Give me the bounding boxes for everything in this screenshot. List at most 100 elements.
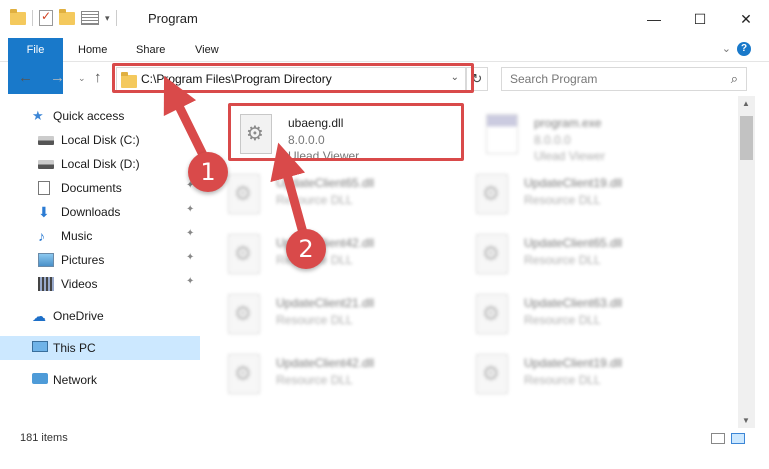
file-item[interactable]: UpdateClient65.dll Resource DLL [466, 224, 706, 280]
chevron-down-icon[interactable]: ▾ [105, 13, 110, 24]
back-button[interactable]: ← [18, 69, 33, 86]
separator [32, 10, 33, 26]
file-name: UpdateClient65.dll [276, 176, 375, 190]
maximize-button[interactable]: ☐ [677, 0, 723, 38]
videos-icon [38, 277, 54, 291]
sidebar-item-quick-access[interactable]: ★ Quick access [0, 104, 200, 128]
file-item[interactable]: program.exe 8.0.0.0 Ulead Viewer [476, 104, 716, 163]
file-name: UpdateClient63.dll [524, 296, 623, 310]
search-icon[interactable]: ⌕ [731, 71, 738, 87]
sidebar-item-local-disk-c[interactable]: Local Disk (C:) [0, 128, 200, 152]
sidebar-item-music[interactable]: ♪ Music ✦ [0, 224, 200, 248]
scrollbar-thumb[interactable] [740, 116, 753, 160]
sidebar-item-label: Videos [61, 277, 98, 291]
up-button[interactable]: ↑ [94, 69, 102, 86]
sidebar-item-videos[interactable]: Videos ✦ [0, 272, 200, 296]
sidebar-item-label: Local Disk (C:) [61, 133, 140, 147]
file-name: UpdateClient19.dll [524, 356, 623, 370]
sidebar-item-local-disk-d[interactable]: Local Disk (D:) [0, 152, 200, 176]
onedrive-cloud-icon: ☁ [32, 308, 46, 324]
file-item[interactable]: UpdateClient19.dll Resource DLL [466, 164, 706, 220]
separator [115, 10, 117, 26]
sidebar-item-label: OneDrive [53, 309, 104, 323]
quick-access-toolbar: ▾ [10, 8, 117, 26]
sidebar-item-label: Pictures [61, 253, 105, 267]
details-view-icon[interactable] [711, 433, 725, 444]
status-bar: 181 items [0, 428, 769, 450]
step-2-badge: 2 [286, 229, 326, 269]
pin-icon[interactable]: ✦ [186, 252, 194, 263]
properties-check-icon[interactable] [39, 9, 53, 26]
large-icons-view-icon[interactable] [731, 433, 745, 444]
documents-icon [38, 181, 50, 195]
computer-icon [32, 341, 48, 352]
tab-home[interactable]: Home [64, 38, 121, 62]
dll-file-icon [228, 354, 260, 394]
dll-file-icon [228, 234, 260, 274]
dll-file-icon [228, 174, 260, 214]
file-description: Resource DLL [524, 193, 601, 207]
file-description: Resource DLL [276, 373, 353, 387]
tab-view[interactable]: View [181, 38, 233, 62]
expand-ribbon-icon[interactable]: ⌄ [722, 42, 731, 55]
pictures-icon [38, 253, 54, 267]
dll-file-icon [476, 234, 508, 274]
file-name: UpdateClient42.dll [276, 356, 375, 370]
dll-file-icon [228, 294, 260, 334]
title-bar: ▾ Program — ☐ ✕ [0, 0, 769, 38]
sidebar-item-label: This PC [53, 341, 96, 355]
sidebar-item-pictures[interactable]: Pictures ✦ [0, 248, 200, 272]
search-input[interactable]: Search Program ⌕ [501, 67, 747, 91]
file-item[interactable]: UpdateClient19.dll Resource DLL [466, 344, 706, 400]
scroll-up-icon[interactable]: ▲ [742, 99, 750, 108]
step-1-badge: 1 [188, 152, 228, 192]
file-version: 8.0.0.0 [534, 133, 571, 147]
help-icon[interactable]: ? [737, 42, 751, 56]
disk-icon [38, 160, 54, 169]
file-description: Resource DLL [276, 193, 353, 207]
tab-share[interactable]: Share [122, 38, 179, 62]
file-item[interactable]: UpdateClient42.dll Resource DLL [218, 344, 458, 400]
sidebar-item-documents[interactable]: Documents ✦ [0, 176, 200, 200]
sidebar-item-label: Documents [61, 181, 122, 195]
ribbon-tabs: File Home Share View ⌄ ? [0, 38, 769, 94]
dll-file-icon [476, 354, 508, 394]
address-bar-highlight [112, 63, 474, 93]
navigation-pane: ★ Quick access Local Disk (C:) Local Dis… [0, 96, 208, 428]
sidebar-item-network[interactable]: Network [0, 368, 200, 392]
sidebar-item-this-pc[interactable]: This PC [0, 336, 200, 360]
file-description: Resource DLL [524, 313, 601, 327]
sidebar-item-label: Network [53, 373, 98, 387]
dll-file-icon [476, 294, 508, 334]
pin-icon[interactable]: ✦ [186, 204, 194, 215]
star-icon: ★ [32, 108, 44, 123]
sidebar-item-onedrive[interactable]: ☁ OneDrive [0, 304, 200, 328]
file-name: program.exe [534, 116, 602, 130]
file-description: Resource DLL [276, 313, 353, 327]
item-count: 181 items [20, 432, 68, 444]
sidebar-item-label: Quick access [53, 109, 125, 123]
forward-button[interactable]: → [50, 69, 65, 86]
exe-file-icon [486, 114, 518, 154]
file-description: Resource DLL [524, 373, 601, 387]
sidebar-item-downloads[interactable]: ⬇ Downloads ✦ [0, 200, 200, 224]
sidebar-item-label: Local Disk (D:) [61, 157, 140, 171]
pin-icon[interactable]: ✦ [186, 228, 194, 239]
file-description: Ulead Viewer [534, 149, 606, 163]
customize-toolbar-icon[interactable] [81, 11, 99, 25]
file-item[interactable]: UpdateClient21.dll Resource DLL [218, 284, 458, 340]
dll-file-icon [476, 174, 508, 214]
minimize-button[interactable]: — [631, 0, 677, 38]
pin-icon[interactable]: ✦ [186, 276, 194, 287]
network-icon [32, 373, 48, 384]
recent-locations-button[interactable]: ⌄ [78, 73, 86, 84]
scroll-down-icon[interactable]: ▼ [742, 416, 750, 425]
new-folder-icon[interactable] [59, 8, 75, 25]
vertical-scrollbar[interactable]: ▲ ▼ [738, 96, 755, 428]
file-item[interactable]: UpdateClient42.dll Resource DLL [218, 224, 458, 280]
sidebar-item-label: Downloads [61, 205, 121, 219]
file-item[interactable]: UpdateClient63.dll Resource DLL [466, 284, 706, 340]
close-button[interactable]: ✕ [723, 0, 769, 38]
file-name: UpdateClient19.dll [524, 176, 623, 190]
file-item[interactable]: UpdateClient65.dll Resource DLL [218, 164, 458, 220]
